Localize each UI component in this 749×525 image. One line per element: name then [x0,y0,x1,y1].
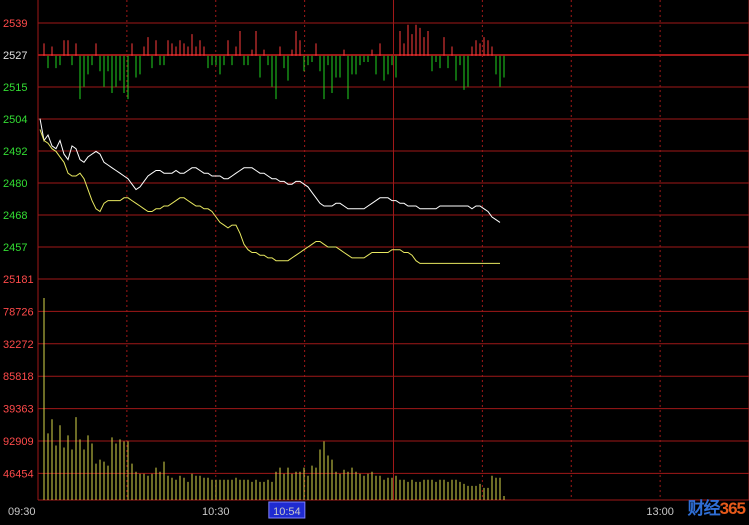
watermark-text-2: 365 [719,499,746,518]
volume-tick-label: 85818 [3,371,34,383]
watermark-text-1: 财经 [687,499,721,518]
volume-tick-label: 25181 [3,274,34,286]
price-tick-label: 2492 [3,146,27,158]
time-tick-label: 13:00 [646,506,674,518]
price-tick-label: 2504 [3,114,27,126]
price-tick-label: 2480 [3,178,27,190]
time-tick-label: 09:30 [8,506,36,518]
volume-tick-label: 46454 [3,468,34,480]
price-tick-label: 2457 [3,242,27,254]
average-price-line [39,129,500,264]
stock-intraday-chart: 2539 2527 2515 2504 2492 2480 2468 2457 25181 787… [0,0,749,525]
price-tick-label: 2527 [3,50,27,62]
price-tick-label: 2468 [3,210,27,222]
cursor-time-label: 10:54 [273,506,301,518]
volume-tick-label: 78726 [3,306,34,318]
brand-watermark: 财经365 [687,494,746,519]
price-line [39,118,501,223]
volume-tick-label: 32272 [3,339,34,351]
volume-tick-label: 92909 [3,436,34,448]
chart-canvas[interactable]: 2539 2527 2515 2504 2492 2480 2468 2457 25181 787… [0,0,749,525]
price-tick-label: 2515 [3,82,27,94]
volume-tick-label: 39363 [3,404,34,416]
time-tick-label: 10:30 [202,506,230,518]
price-tick-label: 2539 [3,18,27,30]
